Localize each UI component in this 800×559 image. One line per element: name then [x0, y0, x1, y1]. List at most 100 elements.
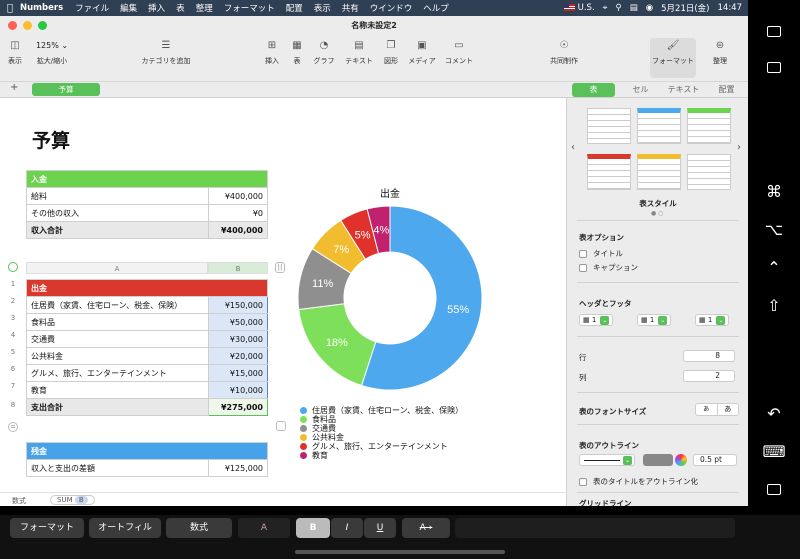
menu-help[interactable]: ヘルプ	[423, 2, 449, 14]
menu-insert[interactable]: 挿入	[148, 2, 165, 14]
add-sheet-button[interactable]: +	[10, 82, 18, 93]
menu-share[interactable]: 共有	[342, 2, 359, 14]
tb-bold-button[interactable]: B	[296, 518, 330, 538]
checkbox[interactable]	[579, 249, 587, 258]
dock-toggle-icon[interactable]	[748, 58, 800, 77]
row-number[interactable]: 8	[6, 401, 20, 409]
chart-button[interactable]: ◔ グラフ	[312, 38, 336, 66]
table-style-5[interactable]	[637, 154, 681, 190]
table-cell[interactable]: ¥30,000	[208, 330, 268, 348]
table-cell[interactable]: 支出合計	[26, 398, 209, 416]
tb-autofill-button[interactable]: オートフィル	[89, 518, 161, 538]
header-rows-popup[interactable]: ▦ 1 ⌄	[579, 314, 614, 326]
menu-format[interactable]: フォーマット	[224, 2, 275, 14]
column-header-a[interactable]: A	[26, 262, 208, 274]
add-column-handle[interactable]: ||	[275, 262, 285, 273]
table-cell[interactable]: 食料品	[26, 313, 209, 331]
outline-title-option[interactable]: 表のタイトルをアウトライン化	[579, 476, 698, 487]
tb-formula-button[interactable]: 数式	[166, 518, 232, 538]
table-cell[interactable]: 給料	[26, 187, 209, 205]
table-cell[interactable]: ¥150,000	[208, 296, 268, 314]
cols-stepper[interactable]: 2	[683, 370, 735, 382]
siri-icon[interactable]: ◉	[646, 3, 653, 13]
row-number[interactable]: 7	[6, 382, 20, 390]
menu-table[interactable]: 表	[176, 2, 185, 14]
outline-width-stepper[interactable]: 0.5 pt	[693, 454, 737, 466]
organize-button[interactable]: ⊜ 整理	[708, 38, 732, 66]
menu-file[interactable]: ファイル	[75, 2, 109, 14]
menu-view[interactable]: 表示	[314, 2, 331, 14]
table-style-6[interactable]	[687, 154, 731, 190]
zoom-button[interactable]: 125% ⌄ 拡大/縮小	[30, 38, 74, 66]
option-key-icon[interactable]: ⌥	[748, 220, 800, 239]
disconnect-icon[interactable]	[748, 480, 800, 499]
menu-time[interactable]: 14:47	[718, 3, 743, 13]
font-smaller-button[interactable]: あ	[696, 404, 718, 415]
header-cols-popup[interactable]: ▦ 1 ⌄	[637, 314, 672, 326]
table-style-1[interactable]	[587, 108, 631, 144]
tb-format-button[interactable]: フォーマット	[10, 518, 84, 538]
table-cell[interactable]: 住居費（家賃、住宅ローン、税金、保険）	[26, 296, 209, 314]
row-number[interactable]: 2	[6, 297, 20, 305]
view-button[interactable]: ◫ 表示	[4, 38, 26, 66]
search-icon[interactable]: ⚲	[615, 3, 621, 13]
row-number[interactable]: 6	[6, 365, 20, 373]
add-row-handle[interactable]: =	[8, 422, 18, 432]
undo-icon[interactable]: ↶	[748, 404, 800, 423]
chevron-left-icon[interactable]: ‹	[571, 142, 575, 153]
resize-handle[interactable]	[276, 421, 286, 431]
wifi-icon[interactable]: ⌖	[603, 3, 608, 13]
font-larger-button[interactable]: あ	[718, 404, 739, 415]
menu-app-name[interactable]: Numbers	[20, 3, 63, 13]
title-option[interactable]: タイトル	[579, 248, 623, 259]
tab-text[interactable]: テキスト	[662, 83, 705, 97]
tb-underline-button[interactable]: U	[364, 518, 396, 538]
outline-color-well[interactable]	[643, 454, 673, 466]
formula-token[interactable]: SUM B	[50, 495, 95, 505]
selected-cell[interactable]: ¥275,000	[208, 398, 268, 416]
income-header[interactable]: 入金	[26, 170, 268, 188]
insert-button[interactable]: ⊞ 挿入	[262, 38, 282, 66]
format-button[interactable]: 🖌 フォーマット	[650, 38, 696, 78]
sheet-canvas[interactable]: 予算 入金 給料 ¥400,000 その他の収入 ¥0 収入合計 ¥400,00…	[0, 98, 566, 492]
text-button[interactable]: ▤ テキスト	[344, 38, 374, 66]
shift-key-icon[interactable]: ⇧	[748, 296, 800, 315]
keyboard-icon[interactable]: ⌨	[748, 442, 800, 461]
table-cell[interactable]: ¥20,000	[208, 347, 268, 365]
income-table[interactable]: 入金 給料 ¥400,000 その他の収入 ¥0 収入合計 ¥400,000	[26, 170, 268, 239]
table-handle[interactable]	[8, 262, 18, 272]
balance-header[interactable]: 残金	[26, 442, 268, 460]
command-key-icon[interactable]: ⌘	[748, 182, 800, 201]
tab-cell[interactable]: セル	[619, 83, 662, 97]
add-category-button[interactable]: ☰ カテゴリを追加	[140, 38, 192, 66]
table-cell[interactable]: ¥400,000	[208, 221, 268, 239]
tb-italic-button[interactable]: I	[331, 518, 363, 538]
table-cell[interactable]: その他の収入	[26, 204, 209, 222]
menu-window[interactable]: ウインドウ	[370, 2, 413, 14]
collaborate-button[interactable]: ☉ 共同制作	[548, 38, 580, 66]
chevron-right-icon[interactable]: ›	[737, 142, 741, 153]
expense-header[interactable]: 出金	[26, 279, 268, 297]
table-cell[interactable]: ¥400,000	[208, 187, 268, 205]
shape-button[interactable]: ❐ 図形	[382, 38, 400, 66]
table-style-2[interactable]	[637, 108, 681, 144]
input-source[interactable]: U.S.	[563, 3, 595, 13]
row-number[interactable]: 5	[6, 348, 20, 356]
color-wheel-icon[interactable]	[675, 454, 687, 466]
tb-strikethrough-button[interactable]: A ›	[402, 518, 450, 538]
table-cell[interactable]: ¥15,000	[208, 364, 268, 382]
table-cell[interactable]: 交通費	[26, 330, 209, 348]
comment-button[interactable]: ▭ コメント	[444, 38, 474, 66]
sheet-tab-budget[interactable]: 予算	[32, 83, 100, 96]
row-number[interactable]: 4	[6, 331, 20, 339]
table-style-4[interactable]	[587, 154, 631, 190]
row-number[interactable]: 1	[6, 280, 20, 288]
checkbox[interactable]	[579, 477, 587, 486]
table-cell[interactable]: ¥125,000	[208, 459, 268, 477]
expense-table[interactable]: 出金 住居費（家賃、住宅ローン、税金、保険） ¥150,000 食料品 ¥50,…	[26, 279, 268, 416]
control-center-icon[interactable]: ▤	[630, 3, 638, 13]
rows-stepper[interactable]: 8	[683, 350, 735, 362]
caption-option[interactable]: キャプション	[579, 262, 638, 273]
checkbox[interactable]	[579, 263, 587, 272]
media-button[interactable]: ▣ メディア	[408, 38, 436, 66]
